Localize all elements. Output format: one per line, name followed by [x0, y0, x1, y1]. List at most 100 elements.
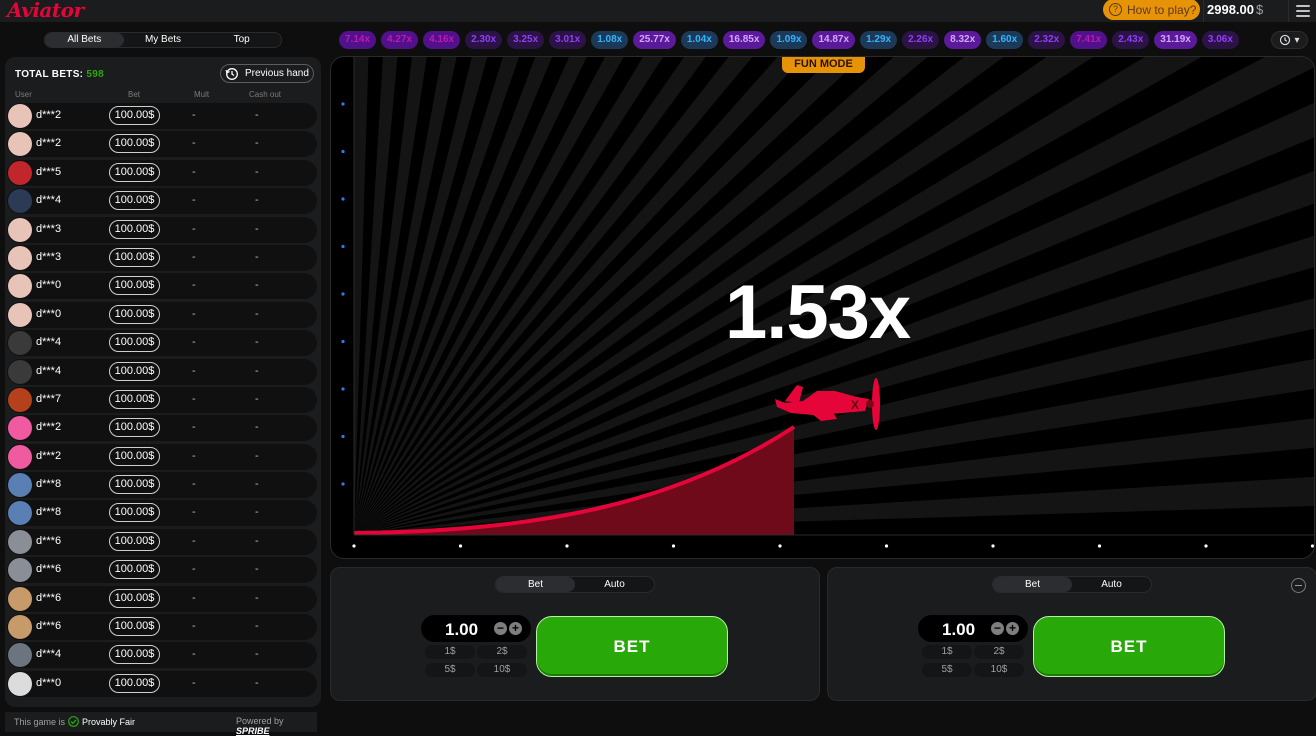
history-multiplier[interactable]: 2.30x: [465, 31, 503, 49]
quick-bet-1[interactable]: 1$: [425, 645, 475, 659]
bet-button[interactable]: BET: [536, 616, 728, 677]
bet-user: d***4: [36, 364, 62, 377]
bet-user: d***3: [36, 222, 62, 235]
history-multiplier[interactable]: 7.41x: [1070, 31, 1108, 49]
bet-row: d***0 100.00$ - -: [7, 301, 317, 328]
avatar: [8, 331, 32, 356]
history-multiplier[interactable]: 16.85x: [722, 31, 766, 49]
history-multiplier[interactable]: 2.32x: [1028, 31, 1066, 49]
history-multiplier[interactable]: 3.25x: [507, 31, 545, 49]
tab-auto[interactable]: Auto: [1072, 577, 1151, 592]
history-multiplier[interactable]: 8.32x: [944, 31, 982, 49]
tab-my-bets[interactable]: My Bets: [124, 33, 203, 47]
avatar: [8, 444, 32, 469]
history-multiplier[interactable]: 31.19x: [1154, 31, 1197, 49]
history-toggle-button[interactable]: ▾: [1271, 31, 1308, 49]
plus-icon[interactable]: +: [1006, 622, 1019, 635]
bet-amount: 100.00$: [109, 276, 160, 296]
bet-user: d***2: [36, 421, 62, 434]
quick-bet-5[interactable]: 5$: [425, 663, 475, 677]
bet-mode-tabs: Bet Auto: [495, 576, 655, 593]
bet-amount: 100.00$: [109, 617, 160, 637]
tab-bet[interactable]: Bet: [496, 577, 575, 592]
avatar: [8, 501, 32, 526]
bet-amount: 100.00$: [109, 446, 160, 466]
plus-icon[interactable]: +: [509, 622, 522, 635]
minus-icon[interactable]: −: [991, 622, 1004, 635]
bet-cashout: -: [255, 250, 259, 263]
tab-bet[interactable]: Bet: [993, 577, 1072, 592]
quick-bet-2[interactable]: 2$: [974, 645, 1024, 659]
bet-user: d***2: [36, 109, 62, 121]
provably-fair[interactable]: This game is Provably Fair: [14, 716, 135, 727]
avatar: [8, 387, 32, 412]
quick-bet-1[interactable]: 1$: [922, 645, 972, 659]
history-multiplier[interactable]: 1.04x: [680, 31, 718, 49]
all-bets-list: TOTAL BETS: 598 Previous hand User Bet M…: [5, 57, 321, 707]
bet-amount: 100.00$: [109, 247, 160, 267]
column-bet: Bet: [128, 90, 141, 99]
x-axis-dot: [991, 544, 995, 548]
remove-panel-icon[interactable]: [1291, 578, 1306, 593]
top-header: Aviator ? How to play? 2998.00 $: [0, 0, 1316, 22]
quick-bet-2[interactable]: 2$: [477, 645, 527, 659]
bet-amount-stepper[interactable]: 1.00 − +: [421, 615, 531, 642]
avatar: [8, 671, 32, 696]
bet-cashout: -: [255, 506, 259, 519]
left-footer: This game is Provably Fair Powered by SP…: [5, 712, 317, 736]
tab-auto[interactable]: Auto: [575, 577, 654, 592]
history-multiplier[interactable]: 3.06x: [1201, 31, 1239, 49]
quick-bet-10[interactable]: 10$: [974, 663, 1024, 677]
powered-by: Powered by SPRIBE: [236, 716, 317, 736]
history-multiplier[interactable]: 2.43x: [1112, 31, 1150, 49]
bet-mult: -: [192, 449, 196, 462]
bet-cashout: -: [255, 165, 259, 178]
history-multiplier[interactable]: 1.09x: [770, 31, 808, 49]
bet-cashout: -: [255, 591, 259, 604]
history-multiplier[interactable]: 2.26x: [902, 31, 940, 49]
chevron-down-icon: ▾: [1294, 34, 1300, 46]
bet-mult: -: [192, 534, 196, 547]
menu-icon[interactable]: [1291, 2, 1315, 20]
bet-amount-stepper[interactable]: 1.00 − +: [918, 615, 1028, 642]
how-to-play-button[interactable]: ? How to play?: [1103, 0, 1200, 20]
history-multiplier[interactable]: 7.14x: [339, 31, 377, 49]
tab-top[interactable]: Top: [202, 33, 281, 47]
powered-by-label: Powered by: [236, 716, 284, 726]
quick-bet-5[interactable]: 5$: [922, 663, 972, 677]
bet-mult: -: [192, 421, 196, 434]
quick-bet-10[interactable]: 10$: [477, 663, 527, 677]
history-multiplier[interactable]: 4.16x: [423, 31, 461, 49]
bet-amount-value[interactable]: 1.00: [445, 620, 478, 640]
tab-all-bets[interactable]: All Bets: [45, 33, 124, 47]
history-multiplier[interactable]: 25.77x: [633, 31, 676, 49]
aviator-logo[interactable]: Aviator: [7, 0, 84, 22]
history-multiplier[interactable]: 1.60x: [986, 31, 1024, 49]
minus-icon[interactable]: −: [494, 622, 507, 635]
history-multiplier[interactable]: 1.29x: [860, 31, 898, 49]
spribe-logo[interactable]: SPRIBE: [236, 726, 270, 736]
bets-panel: All Bets My Bets Top TOTAL BETS: 598 Pre…: [0, 22, 328, 736]
bet-cashout: -: [255, 676, 259, 689]
svg-text:X: X: [851, 398, 859, 412]
bet-user: d***3: [36, 250, 62, 263]
bet-mult: -: [192, 279, 196, 292]
header-divider: [1288, 0, 1289, 22]
avatar: [8, 643, 32, 668]
avatar: [8, 245, 32, 270]
bet-button[interactable]: BET: [1033, 616, 1225, 677]
avatar: [8, 586, 32, 611]
bet-user: d***2: [36, 449, 62, 462]
history-multiplier[interactable]: 14.87x: [812, 31, 856, 49]
bet-row: d***7 100.00$ - -: [7, 386, 317, 413]
y-axis-dot: [341, 292, 345, 296]
previous-hand-button[interactable]: Previous hand: [220, 64, 314, 83]
bet-amount: 100.00$: [109, 219, 160, 239]
total-bets: TOTAL BETS: 598: [15, 69, 104, 80]
history-multiplier[interactable]: 3.01x: [549, 31, 587, 49]
history-multiplier[interactable]: 1.08x: [591, 31, 629, 49]
history-multiplier[interactable]: 4.27x: [381, 31, 419, 49]
bet-row: d***2 100.00$ - -: [7, 131, 317, 158]
bet-amount-value[interactable]: 1.00: [942, 620, 975, 640]
avatar: [8, 189, 32, 214]
